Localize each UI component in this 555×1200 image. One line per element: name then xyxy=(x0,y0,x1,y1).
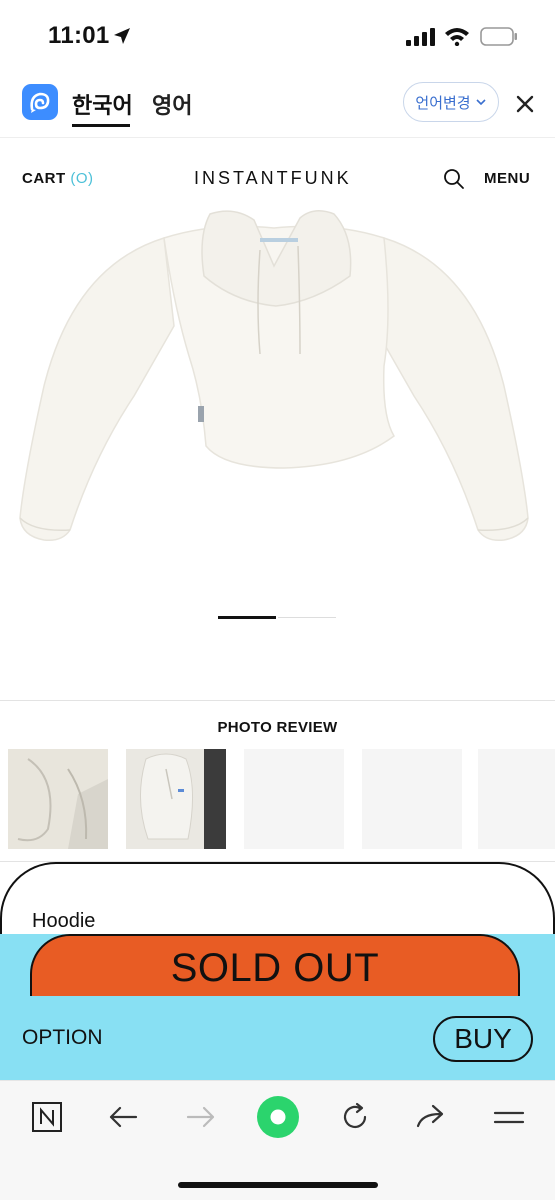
status-bar: 11:01 xyxy=(0,0,555,72)
back-arrow-icon[interactable] xyxy=(106,1100,140,1134)
tab-english[interactable]: 영어 xyxy=(152,88,192,120)
cart-count: (O) xyxy=(70,170,94,187)
review-thumbnail[interactable] xyxy=(8,749,108,849)
home-indicator xyxy=(178,1182,378,1188)
photo-review-section: PHOTO REVIEW xyxy=(0,700,555,862)
option-button[interactable]: OPTION xyxy=(22,1026,103,1050)
review-thumbnail-empty xyxy=(244,749,344,849)
battery-icon xyxy=(480,27,517,46)
naver-n-icon[interactable] xyxy=(30,1100,64,1134)
status-time: 11:01 xyxy=(48,22,110,49)
cellular-signal-icon xyxy=(406,28,435,46)
review-photo-2 xyxy=(126,749,226,849)
buy-button[interactable]: BUY xyxy=(433,1016,533,1062)
review-photo-1 xyxy=(8,749,108,849)
location-arrow-icon xyxy=(114,28,130,44)
product-name: Hoodie xyxy=(32,910,96,932)
product-image-hoodie[interactable] xyxy=(14,206,542,552)
forward-arrow-icon[interactable] xyxy=(184,1100,218,1134)
menu-lines-icon[interactable] xyxy=(492,1100,526,1134)
buy-label: BUY xyxy=(454,1023,512,1054)
review-thumbnail-empty xyxy=(478,749,555,849)
site-header: CART (O) INSTANTFUNK MENU xyxy=(0,138,555,216)
sold-out-label: SOLD OUT xyxy=(170,946,380,990)
sold-out-button[interactable]: SOLD OUT xyxy=(30,934,520,996)
language-change-label: 언어변경 xyxy=(415,94,471,112)
carousel-indicator xyxy=(218,616,336,619)
language-change-button[interactable]: 언어변경 xyxy=(403,82,499,122)
active-tab-underline xyxy=(72,124,130,127)
brand-logo[interactable]: INSTANTFUNK xyxy=(194,168,352,189)
review-thumbnail-empty xyxy=(362,749,462,849)
tab-korean[interactable]: 한국어 xyxy=(72,88,133,120)
papago-logo-icon[interactable] xyxy=(22,84,58,120)
cart-link[interactable]: CART (O) xyxy=(22,170,94,187)
search-icon[interactable] xyxy=(443,168,465,190)
review-thumbnail[interactable] xyxy=(126,749,226,849)
close-icon[interactable] xyxy=(515,94,535,114)
green-home-icon[interactable] xyxy=(256,1095,300,1139)
wifi-icon xyxy=(445,28,469,46)
share-icon[interactable] xyxy=(414,1100,448,1134)
cart-label: CART xyxy=(22,170,66,187)
photo-review-title: PHOTO REVIEW xyxy=(217,719,338,736)
carousel-dot-active[interactable] xyxy=(218,616,276,619)
carousel-dot[interactable] xyxy=(278,617,336,618)
chevron-down-icon xyxy=(476,99,486,106)
reload-icon[interactable] xyxy=(338,1100,372,1134)
translate-bar: 한국어 영어 언어변경 xyxy=(0,72,555,138)
menu-link[interactable]: MENU xyxy=(484,170,530,187)
